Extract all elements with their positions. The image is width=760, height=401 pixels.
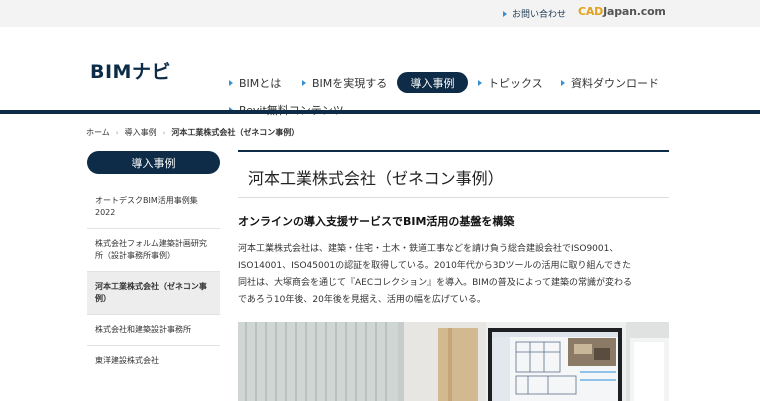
article-lead: オンラインの導入支援サービスでBIM活用の基盤を構築 [238, 215, 515, 228]
chevron-right-icon [478, 80, 482, 86]
contact-label: お問い合わせ [512, 10, 567, 20]
cadjapan-logo[interactable]: CADJapan.com [578, 5, 666, 18]
site-logo[interactable]: BIMナビ [90, 57, 171, 84]
sidebar-item[interactable]: 株式会社和建築設計事務所 [87, 315, 220, 346]
body-line: 河本工業株式会社は、建築・住宅・土木・鉄道工事などを請け負う総合建設会社でISO… [238, 244, 619, 254]
sidebar-heading[interactable]: 導入事例 [87, 151, 220, 174]
sidebar-item[interactable]: オートデスクBIM活用事例集2022 [87, 186, 220, 229]
breadcrumb-separator-icon: › [115, 128, 119, 137]
nav-item-realize-bim[interactable]: BIMを実現する [302, 75, 387, 91]
nav-item-topics[interactable]: トピックス [478, 75, 543, 91]
chevron-right-icon [561, 80, 565, 86]
page-title-box: 河本工業株式会社（ゼネコン事例） [238, 150, 669, 198]
breadcrumb-separator-icon: › [162, 128, 166, 137]
breadcrumb-home[interactable]: ホーム [86, 127, 110, 138]
nav-item-downloads[interactable]: 資料ダウンロード [561, 75, 659, 91]
breadcrumb-current: 河本工業株式会社（ゼネコン事例） [171, 128, 300, 137]
breadcrumb: ホーム › 導入事例 › 河本工業株式会社（ゼネコン事例） [86, 127, 299, 138]
chevron-right-icon [503, 10, 507, 17]
site-header: BIMナビ BIMとは BIMを実現する 導入事例 トピックス 資料ダウンロード… [0, 27, 760, 117]
chevron-right-icon [229, 80, 233, 86]
sidebar-list: オートデスクBIM活用事例集2022 株式会社フォルム建築計画研究所（設計事務所… [87, 186, 220, 376]
nav-item-case-studies[interactable]: 導入事例 [397, 72, 468, 93]
sidebar-item[interactable]: 東洋建設株式会社 [87, 346, 220, 376]
breadcrumb-case-studies[interactable]: 導入事例 [125, 127, 157, 138]
body-line: であろう10年後、20年後を見据え、活用の幅を広げている。 [238, 295, 486, 305]
header-divider [0, 110, 760, 114]
page-title: 河本工業株式会社（ゼネコン事例） [248, 169, 504, 188]
office-photo-illustration [238, 322, 669, 401]
nav-item-about-bim[interactable]: BIMとは [229, 75, 281, 91]
chevron-right-icon [302, 80, 306, 86]
sidebar-item-active[interactable]: 河本工業株式会社（ゼネコン事例） [87, 272, 220, 315]
body-line: ISO14001、ISO45001の認証を取得している。2010年代から3Dツー… [238, 261, 632, 271]
sidebar-item[interactable]: 株式会社フォルム建築計画研究所（設計事務所事例） [87, 229, 220, 272]
body-line: 同社は、大塚商会を通じて『AECコレクション』を導入。BIMの普及によって建築の… [238, 278, 633, 288]
article-body: 河本工業株式会社は、建築・住宅・土木・鉄道工事などを請け負う総合建設会社でISO… [238, 241, 670, 309]
article-photo [238, 322, 669, 401]
contact-link[interactable]: お問い合わせ [503, 7, 566, 20]
utility-bar: お問い合わせ CADJapan.com [0, 0, 760, 27]
